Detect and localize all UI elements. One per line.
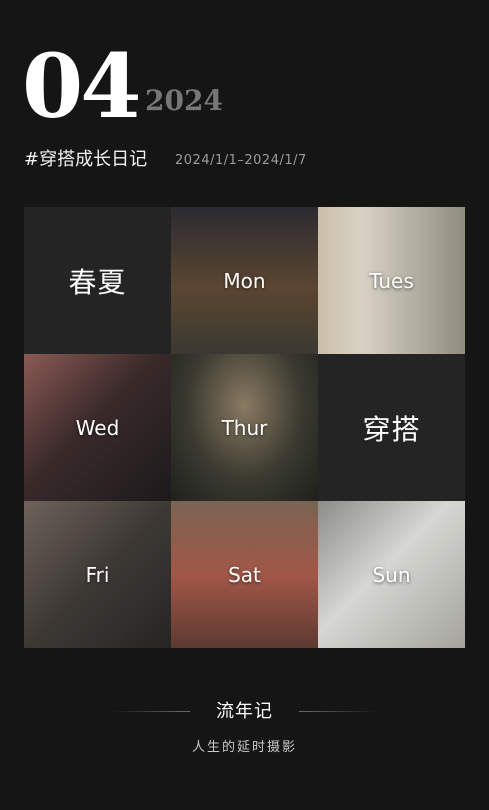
tile-label: 穿搭 xyxy=(362,412,421,446)
outfit-grid: 春夏 Mon Tues Wed Thur 穿搭 Fri Sat Sun xyxy=(24,207,465,648)
tile-photo-sat[interactable]: Sat xyxy=(171,501,318,648)
tile-photo-sun[interactable]: Sun xyxy=(318,501,465,648)
tile-photo-fri[interactable]: Fri xyxy=(24,501,171,648)
tile-label: Fri xyxy=(85,562,110,587)
tile-label: Mon xyxy=(223,268,266,293)
tile-label: Tues xyxy=(369,268,414,293)
header: 04 2024 #穿搭成长日记 2024/1/1–2024/1/7 xyxy=(0,0,489,200)
year-label: 2024 xyxy=(145,84,223,117)
tile-photo-mon[interactable]: Mon xyxy=(171,207,318,354)
tile-photo-wed[interactable]: Wed xyxy=(24,354,171,501)
hashtag-title[interactable]: #穿搭成长日记 xyxy=(24,148,147,172)
tile-label: Sat xyxy=(228,562,261,587)
tile-spring-summer: 春夏 xyxy=(24,207,171,354)
week-number: 04 xyxy=(22,34,141,138)
tile-label: Wed xyxy=(75,415,120,440)
date-range: 2024/1/1–2024/1/7 xyxy=(175,153,307,168)
footer-title: 流年记 xyxy=(216,701,273,722)
footer-subtitle: 人生的延时摄影 xyxy=(191,740,297,755)
tile-photo-tues[interactable]: Tues xyxy=(318,207,465,354)
tile-label: 春夏 xyxy=(68,265,127,299)
tile-label: Sun xyxy=(372,562,411,587)
tile-outfit: 穿搭 xyxy=(318,354,465,501)
tile-label: Thur xyxy=(221,415,268,440)
tile-photo-thur[interactable]: Thur xyxy=(171,354,318,501)
